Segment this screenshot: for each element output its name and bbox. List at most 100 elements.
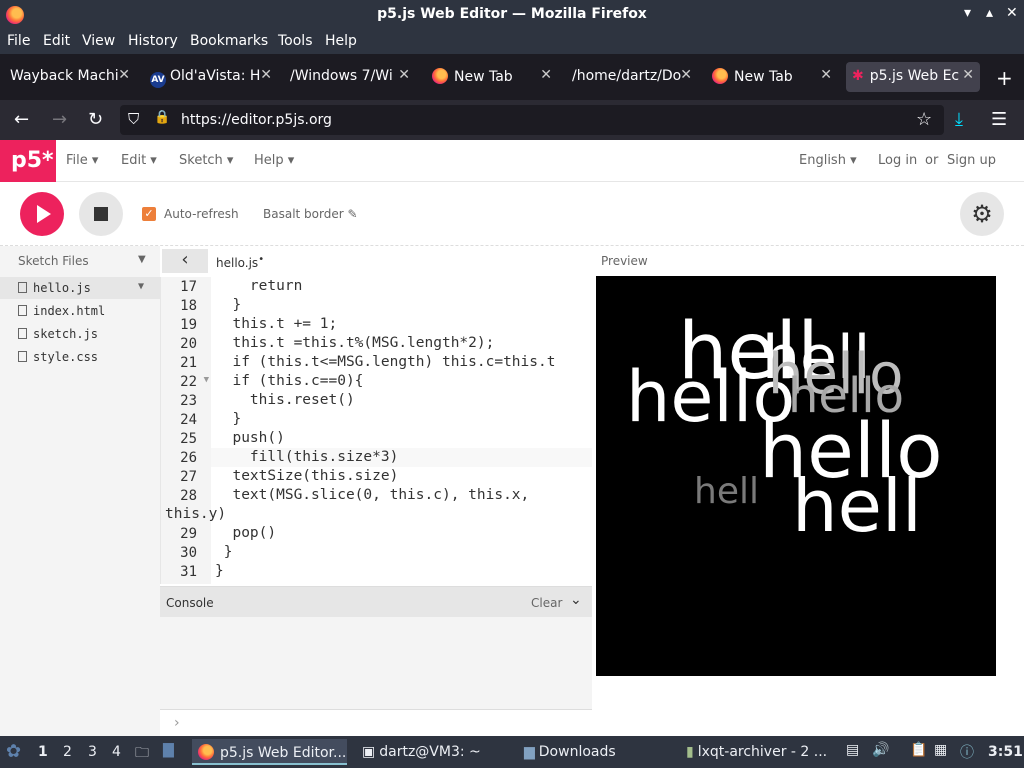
menu-history[interactable]: History xyxy=(128,33,178,49)
tab-close-icon[interactable]: ✕ xyxy=(118,67,130,83)
code-line[interactable]: this.t =this.t%(MSG.length*2); xyxy=(215,335,494,351)
network-icon[interactable]: ▦ xyxy=(934,742,947,758)
chevron-down-icon[interactable]: ⌄ xyxy=(570,592,582,608)
tab-oldavista[interactable]: AV Old'aVista: H ✕ xyxy=(144,62,278,92)
code-line[interactable]: fill(this.size*3) xyxy=(215,449,398,465)
code-line[interactable]: } xyxy=(215,411,241,427)
file-icon xyxy=(18,305,27,316)
clipboard-icon[interactable]: 📋 xyxy=(910,742,927,758)
tab-new-tab-1[interactable]: New Tab ✕ xyxy=(426,62,558,92)
menu-view[interactable]: View xyxy=(82,33,115,49)
terminal-icon: ▣ xyxy=(362,744,376,760)
start-menu-icon[interactable]: ✿ xyxy=(6,741,21,762)
tab-close-icon[interactable]: ✕ xyxy=(260,67,272,83)
code-line[interactable]: if (this.t<=MSG.length) this.c=this.t xyxy=(215,354,555,370)
code-editor[interactable]: 17 return 18 } 19 this.t += 1; 20 this.t =t… xyxy=(160,277,592,584)
tab-close-icon[interactable]: ✕ xyxy=(962,67,974,83)
task-firefox[interactable]: p5.js Web Editor... xyxy=(192,739,347,765)
workspace-3[interactable]: 3 xyxy=(88,744,97,760)
shield-icon[interactable]: ⛉ xyxy=(128,110,139,128)
play-button[interactable] xyxy=(20,192,64,236)
code-line[interactable]: push() xyxy=(215,430,284,446)
task-archiver[interactable]: ▮ lxqt-archiver - 2 ... xyxy=(680,739,840,765)
bookmark-star-icon[interactable]: ☆ xyxy=(916,109,932,130)
p5-menu-help[interactable]: Help ▾ xyxy=(254,153,294,168)
collapse-sidebar-button[interactable]: ‹ xyxy=(162,249,208,273)
signup-link[interactable]: Sign up xyxy=(947,153,996,168)
tab-close-icon[interactable]: ✕ xyxy=(680,67,692,83)
fold-arrow-icon[interactable]: ▼ xyxy=(199,375,209,385)
code-line[interactable]: pop() xyxy=(215,525,276,541)
code-line[interactable]: return xyxy=(215,278,302,294)
file-hello-js[interactable]: hello.js ▼ xyxy=(0,277,160,299)
code-line[interactable]: this.y) xyxy=(165,506,226,522)
tab-wayback[interactable]: Wayback Machi ✕ xyxy=(4,62,136,92)
menu-edit[interactable]: Edit xyxy=(43,33,70,49)
p5-logo[interactable]: p5* xyxy=(0,140,56,182)
language-select[interactable]: English ▾ xyxy=(799,153,857,168)
menu-help[interactable]: Help xyxy=(325,33,357,49)
menu-tools[interactable]: Tools xyxy=(278,33,313,49)
console-clear-button[interactable]: Clear xyxy=(531,596,562,610)
auto-refresh-checkbox[interactable]: ✓ xyxy=(142,207,156,221)
file-manager-icon[interactable]: 🗀 xyxy=(135,742,149,766)
tab-p5js-editor[interactable]: ✱ p5.js Web Ec ✕ xyxy=(846,62,980,92)
task-label: p5.js Web Editor... xyxy=(220,745,347,761)
tab-new-tab-2[interactable]: New Tab ✕ xyxy=(706,62,838,92)
download-icon[interactable]: ⤓ xyxy=(955,109,963,130)
console-input[interactable] xyxy=(160,709,592,737)
code-line[interactable]: textSize(this.size) xyxy=(215,468,398,484)
tab-close-icon[interactable]: ✕ xyxy=(398,67,410,83)
stop-button[interactable] xyxy=(79,192,123,236)
code-line[interactable]: } xyxy=(215,297,241,313)
p5-menu-sketch[interactable]: Sketch ▾ xyxy=(179,153,233,168)
file-index-html[interactable]: index.html xyxy=(0,300,160,322)
file-options-icon[interactable]: ▼ xyxy=(138,281,144,292)
sketch-name[interactable]: Basalt border ✎ xyxy=(263,207,358,221)
file-sketch-js[interactable]: sketch.js xyxy=(0,323,160,345)
reload-icon[interactable]: ↻ xyxy=(88,109,103,130)
preview-canvas[interactable]: hell hello hell hello hello hello hell hell xyxy=(596,276,996,676)
settings-gear-button[interactable]: ⚙ xyxy=(960,192,1004,236)
desktop-icon[interactable]: ▇ xyxy=(163,742,174,758)
code-line[interactable]: text(MSG.slice(0, this.c), this.x, xyxy=(215,487,529,503)
info-icon[interactable]: ⓘ xyxy=(960,742,974,762)
login-link[interactable]: Log in xyxy=(878,153,917,168)
menu-file[interactable]: File xyxy=(7,33,30,49)
tab-home-dartz[interactable]: /home/dartz/Do ✕ xyxy=(566,62,698,92)
code-line[interactable]: } xyxy=(215,563,224,579)
forward-icon[interactable]: → xyxy=(52,109,67,130)
code-line[interactable]: if (this.c==0){ xyxy=(215,373,363,389)
menu-bookmarks[interactable]: Bookmarks xyxy=(190,33,268,49)
workspace-2[interactable]: 2 xyxy=(63,744,72,760)
new-tab-button[interactable]: + xyxy=(996,66,1013,90)
code-line[interactable]: } xyxy=(215,544,233,560)
editor-filename: hello.js• xyxy=(216,254,265,270)
code-line[interactable]: this.t += 1; xyxy=(215,316,337,332)
tab-windows7[interactable]: /Windows 7/Wi ✕ xyxy=(284,62,416,92)
volume-icon[interactable]: 🔊 xyxy=(872,742,889,758)
p5-menu-file[interactable]: File ▾ xyxy=(66,153,98,168)
tab-close-icon[interactable]: ✕ xyxy=(540,67,552,83)
sidebar-menu-icon[interactable]: ▼ xyxy=(138,254,146,265)
code-line[interactable]: this.reset() xyxy=(215,392,355,408)
window-titlebar: p5.js Web Editor — Mozilla Firefox ▾ ▴ ✕ xyxy=(0,0,1024,30)
workspace-4[interactable]: 4 xyxy=(112,744,121,760)
url-text[interactable]: https://editor.p5js.org xyxy=(181,112,332,128)
lock-icon[interactable]: 🔒 xyxy=(154,110,170,125)
maximize-icon[interactable]: ▴ xyxy=(986,5,993,21)
tab-label: p5.js Web Ec xyxy=(869,68,960,84)
close-window-icon[interactable]: ✕ xyxy=(1006,5,1018,21)
task-downloads[interactable]: ▆ Downloads xyxy=(518,739,673,765)
file-style-css[interactable]: style.css xyxy=(0,346,160,368)
screen-lock-icon[interactable]: ▤ xyxy=(846,742,859,758)
hamburger-menu-icon[interactable]: ☰ xyxy=(991,109,1007,130)
p5-menu-edit[interactable]: Edit ▾ xyxy=(121,153,157,168)
minimize-icon[interactable]: ▾ xyxy=(964,5,971,21)
task-terminal[interactable]: ▣ dartz@VM3: ~ xyxy=(356,739,511,765)
back-icon[interactable]: ← xyxy=(14,109,29,130)
workspace-1[interactable]: 1 xyxy=(38,744,48,760)
url-bar[interactable]: ⛉ 🔒 https://editor.p5js.org ☆ xyxy=(120,105,944,135)
firefox-icon xyxy=(712,68,728,84)
tab-close-icon[interactable]: ✕ xyxy=(820,67,832,83)
